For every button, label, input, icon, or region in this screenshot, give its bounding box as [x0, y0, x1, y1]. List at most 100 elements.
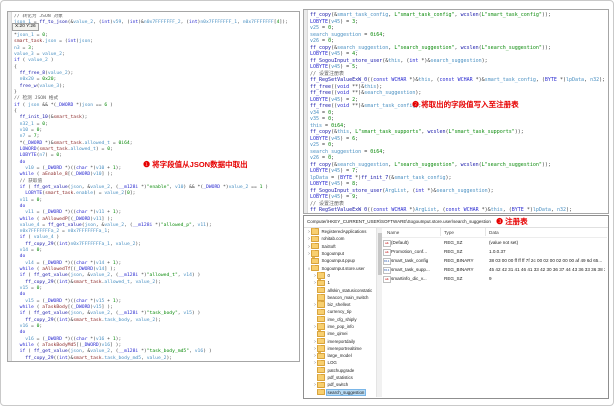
registry-key-label: SogouInput.ppup [321, 258, 355, 264]
folder-icon [317, 366, 325, 374]
registry-key-ime_cfg_shiply[interactable]: ime_cfg_shiply [304, 315, 376, 323]
registry-key-label: 0 [327, 272, 330, 278]
tree-scrollbar-thumb[interactable] [377, 233, 382, 275]
registry-key-LOG[interactable]: > LOG [304, 359, 376, 367]
value-data: 1.0.0.37 [489, 249, 506, 254]
registry-key-label: ime_cfg_shiply [327, 316, 357, 322]
registry-key-beacon_main_switch[interactable]: beacon_main_switch [304, 293, 376, 301]
value-list-header: Name Type Data [382, 228, 607, 238]
registry-value-row[interactable]: 011 smart_task_supp... REG_BINARY 45 42 42 … [382, 265, 607, 274]
registry-key-label: imereportrealtime [327, 345, 362, 351]
column-header-name[interactable]: Name [387, 228, 399, 237]
registry-value-list: Name Type Data ab (Default) REG_SZ (value n… [382, 228, 607, 397]
annotation-2-text: 将取出的字段值写入至注册表 [421, 100, 519, 109]
registry-key-pdf_statistics[interactable]: pdf_statistics [304, 374, 376, 381]
screenshot-frame: // 转化为 JSON 对象json_1 = ff_to_json(&value… [0, 0, 614, 406]
registry-key-0[interactable]: >0 [304, 272, 376, 279]
value-type: REG_BINARY [444, 267, 474, 272]
value-type: REG_BINARY [444, 258, 474, 263]
registry-key-currency_tip[interactable]: currency_tip [304, 308, 376, 316]
registry-key-1[interactable]: >1 [304, 279, 376, 286]
reg-binary-icon: 011 [383, 258, 391, 265]
registry-value-row[interactable]: 011 smart_task_config REG_BINARY 38 03 00 0… [382, 256, 607, 265]
registry-key-label: ime_qimei [327, 331, 348, 337]
registry-key-imereportrealtime[interactable]: > imereportrealtime [304, 344, 376, 352]
pseudocode-view-right[interactable]: ff_copy(&smart_task_config, L"smart_task… [310, 12, 607, 212]
registry-key-label: search_suggestion [325, 388, 367, 396]
reg-binary-icon: 011 [383, 267, 391, 274]
registry-key-imereportdaily[interactable]: > imereportdaily [304, 337, 376, 345]
value-name: smart_task_config [391, 258, 429, 263]
registry-key-search_suggestion[interactable]: search_suggestion [304, 388, 376, 396]
folder-icon [317, 330, 325, 337]
folder-icon [317, 272, 325, 279]
registry-value-row[interactable]: ab (Default) REG_SZ (value not set) [382, 238, 607, 247]
registry-key-label: currency_tip [327, 309, 352, 315]
registry-editor-window: Computer\HKEY_CURRENT_USER\SOFTWARE\Sogo… [303, 215, 609, 399]
reg-string-icon: ab [383, 276, 391, 283]
value-name: Promotion_conf... [391, 249, 428, 254]
registry-key-tree: > RegisteredApplications > rohitab.com > SaiS… [304, 228, 376, 397]
folder-icon [311, 250, 319, 257]
annotation-1-badge: ❶ [143, 160, 151, 169]
code-line: ff_RegSetValueExW_0((const WCHAR *)ArgLi… [310, 207, 573, 212]
registry-key-label: SaiSoft [321, 243, 336, 249]
registry-key-label: allskin_statusiconstatic [327, 287, 373, 293]
column-separator[interactable] [440, 228, 441, 236]
registry-key-allskin_statusiconstatic[interactable]: allskin_statusiconstatic [304, 286, 376, 294]
value-rows: ab (Default) REG_SZ (value not set) ab Promot… [382, 238, 607, 397]
folder-icon [317, 286, 325, 294]
folder-icon [317, 279, 325, 286]
registry-key-biz_shellext[interactable]: > biz_shellext [304, 301, 376, 308]
registry-path: Computer\HKEY_CURRENT_USER\SOFTWARE\Sogo… [307, 219, 491, 224]
value-data: 9 [489, 276, 492, 281]
value-data: 38 03 00 00 ff ff ff 7f 2c 00 02 00 02 0… [489, 258, 603, 263]
registry-key-large_model[interactable]: > large_model [304, 352, 376, 359]
registry-key-SogouInput.ppup[interactable]: SogouInput.ppup [304, 257, 376, 265]
code-gutter [304, 10, 308, 213]
annotation-write-registry: ❷ 将取出的字段值写入至注册表 [412, 100, 519, 109]
value-name: (Default) [391, 240, 409, 245]
column-separator[interactable] [485, 228, 486, 236]
folder-icon [317, 344, 325, 352]
value-name: smartinfo_dic_v... [391, 276, 427, 281]
registry-key-rohitab.com[interactable]: > rohitab.com [304, 235, 376, 243]
registry-key-label: SogouInput.store.user [321, 265, 365, 271]
decompiler-panel-registry-write: ff_copy(&smart_task_config, L"smart_task… [303, 9, 609, 214]
pseudocode-view-left[interactable]: // 转化为 JSON 对象json_1 = ff_to_json(&value… [14, 14, 298, 360]
registry-key-label: pdf_switch [327, 382, 349, 388]
value-type: REG_SZ [444, 276, 463, 281]
registry-value-row[interactable]: ab Promotion_conf... REG_SZ 1.0.0.37 [382, 247, 607, 256]
registry-key-label: pdf_statistics [327, 375, 353, 381]
code-line: ff_copy_29((int)&smart_task.task_body_md… [25, 355, 173, 360]
column-header-type[interactable]: Type [444, 228, 454, 237]
registry-key-pdf_switch[interactable]: > pdf_switch [304, 381, 376, 389]
registry-value-row[interactable]: ab smartinfo_dic_v... REG_SZ 9 [382, 274, 607, 283]
reg-string-icon: ab [383, 249, 391, 256]
registry-key-SogouInput.store.user[interactable]: v SogouInput.store.user [304, 264, 376, 272]
value-name: smart_task_supp... [391, 267, 430, 272]
registry-key-label: large_model [327, 353, 352, 359]
registry-key-SogouInput[interactable]: > SogouInput [304, 250, 376, 257]
registry-key-ime_qimei[interactable]: ime_qimei [304, 330, 376, 337]
code-gutter [8, 12, 12, 361]
folder-icon [317, 359, 325, 367]
annotation-registry: ❸ 注册表 [496, 217, 528, 226]
value-data: (value not set) [489, 240, 519, 245]
registry-key-SaiSoft[interactable]: > SaiSoft [304, 242, 376, 250]
column-header-data[interactable]: Data [489, 228, 499, 237]
folder-icon [311, 242, 319, 250]
folder-icon [317, 293, 325, 301]
registry-key-ime_pop_info[interactable]: > ime_pop_info [304, 323, 376, 330]
folder-icon [317, 352, 325, 359]
coords-tooltip: X:20 Y:26 [12, 22, 39, 31]
folder-icon [317, 374, 325, 381]
value-type: REG_SZ [444, 249, 463, 254]
registry-key-patchupgrade[interactable]: patchupgrade [304, 366, 376, 374]
folder-icon [317, 381, 325, 389]
reg-string-icon: ab [383, 240, 391, 247]
registry-key-RegisteredApplications[interactable]: > RegisteredApplications [304, 228, 376, 235]
folder-icon [317, 315, 325, 323]
registry-address-bar[interactable]: Computer\HKEY_CURRENT_USER\SOFTWARE\Sogo… [304, 216, 608, 228]
decompiler-panel-json-parse: // 转化为 JSON 对象json_1 = ff_to_json(&value… [7, 11, 300, 362]
